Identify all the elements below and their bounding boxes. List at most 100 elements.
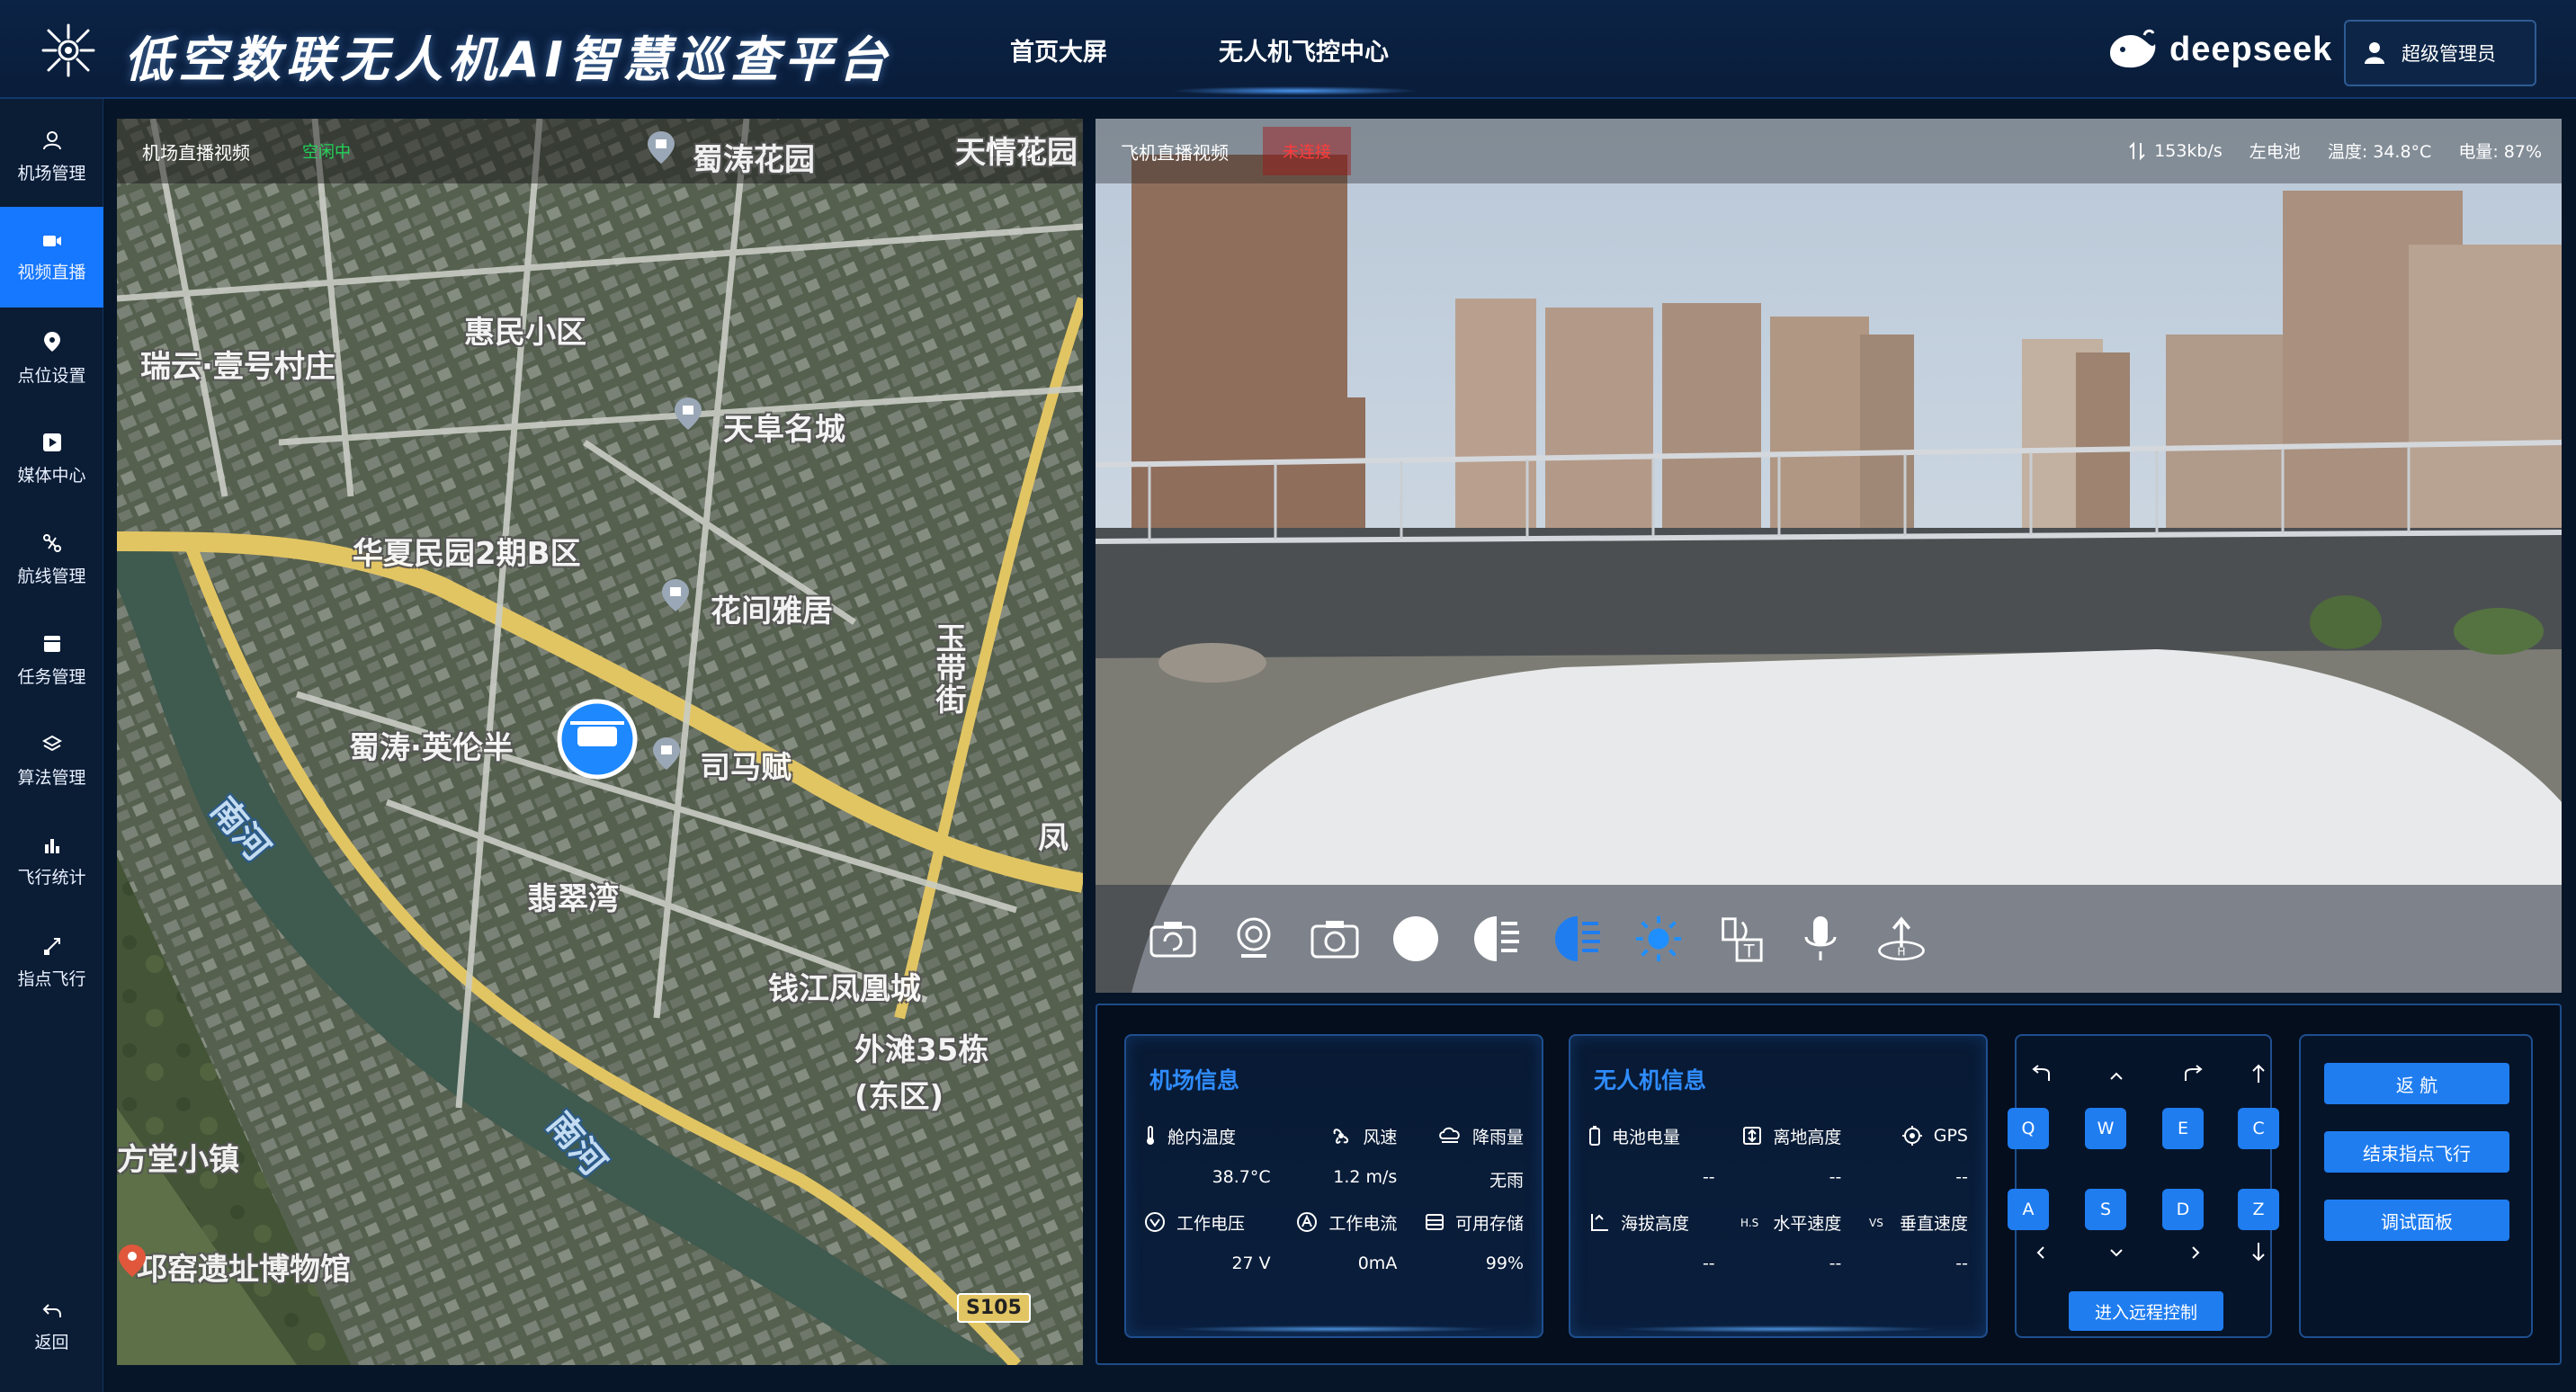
drone-video-panel[interactable]: 飞机直播视频 未连接 153kb/s 左电池 温度: 34.8°C 电量: 87… xyxy=(1096,119,2562,993)
half-light-button[interactable] xyxy=(1471,914,1522,964)
metric-cabin-temperature: 舱内温度 38.7°C xyxy=(1144,1122,1271,1191)
user-icon xyxy=(2365,42,2384,64)
sidebar-item-airport[interactable]: 机场管理 xyxy=(0,106,103,207)
map-label: 华夏民园2期B区 xyxy=(353,536,581,572)
nav-home-screen[interactable]: 首页大屏 xyxy=(1010,32,1107,67)
sidebar-item-label: 点位设置 xyxy=(17,365,86,386)
metric-altitude: 海拔高度 -- xyxy=(1588,1209,1715,1277)
map-label: 玉带街 xyxy=(930,622,966,714)
drone-camera-feed xyxy=(1096,119,2562,993)
gps-icon xyxy=(1901,1126,1922,1146)
airport-info-card: 机场信息 舱内温度 38.7°C 风速 1.2 m/s 降雨量 无雨 工作电压 … xyxy=(1124,1034,1543,1338)
sidebar-item-algorithms[interactable]: 算法管理 xyxy=(0,710,103,811)
drone-user-icon xyxy=(42,130,61,149)
snapshot-icon xyxy=(1310,921,1359,959)
video-panel-title: 飞机直播视频 xyxy=(1121,141,1229,164)
rotate-right-icon[interactable] xyxy=(2180,1065,2207,1084)
sidebar-item-label: 任务管理 xyxy=(17,666,86,687)
chevron-down-icon[interactable] xyxy=(2103,1245,2130,1263)
arrow-up-icon[interactable] xyxy=(2245,1063,2272,1084)
user-menu[interactable]: 超级管理员 xyxy=(2344,20,2536,86)
point-flight-icon xyxy=(43,937,60,955)
metric-label: 垂直速度 xyxy=(1899,1213,1968,1234)
map-label: 外滩35栋(东区) xyxy=(854,1032,989,1115)
chevron-left-icon[interactable] xyxy=(2027,1243,2054,1263)
key-e[interactable]: E xyxy=(2162,1108,2204,1149)
takeoff-icon: H xyxy=(1878,916,1925,961)
camera-toolbar: T H xyxy=(1096,885,2562,993)
map-label: 方堂小镇 xyxy=(117,1142,239,1178)
debug-panel-button[interactable]: 调试面板 xyxy=(2324,1200,2509,1241)
key-z[interactable]: Z xyxy=(2238,1189,2279,1230)
voice-text-button[interactable]: T xyxy=(1714,914,1765,964)
svg-text:H.S: H.S xyxy=(1740,1217,1758,1229)
svg-text:T: T xyxy=(1743,941,1755,961)
media-play-icon xyxy=(42,433,61,451)
sidebar-item-label: 视频直播 xyxy=(17,262,86,282)
active-nav-indicator xyxy=(1169,86,1421,95)
sidebar-item-routes[interactable]: 航线管理 xyxy=(0,509,103,610)
metric-value: 99% xyxy=(1485,1254,1524,1273)
dot-button[interactable] xyxy=(1391,914,1441,964)
arrow-down-icon[interactable] xyxy=(2245,1241,2272,1263)
dot-icon xyxy=(1393,916,1438,961)
metric-label: 水平速度 xyxy=(1773,1213,1842,1234)
poi-pin-icon xyxy=(675,397,702,430)
takeoff-button[interactable]: H xyxy=(1876,914,1927,964)
control-panel: 机场信息 舱内温度 38.7°C 风速 1.2 m/s 降雨量 无雨 工作电压 … xyxy=(1096,1004,2562,1365)
airport-status: 空闲中 xyxy=(302,143,351,162)
bar-chart-icon xyxy=(44,838,59,853)
rotate-left-icon[interactable] xyxy=(2027,1065,2054,1084)
key-c[interactable]: C xyxy=(2238,1108,2279,1149)
metric-value: 38.7°C xyxy=(1212,1167,1271,1187)
map-panel[interactable]: 机场直播视频 空闲中 蜀涛花园 天情花园 瑞云·壹号村庄 惠民小区 天阜名城 华… xyxy=(117,119,1083,1365)
key-d[interactable]: D xyxy=(2162,1189,2204,1230)
storage-icon xyxy=(1425,1214,1444,1230)
sidebar-item-stats[interactable]: 飞行统计 xyxy=(0,811,103,912)
metric-current: 工作电流 0mA xyxy=(1271,1209,1397,1277)
user-name: 超级管理员 xyxy=(2402,43,2496,65)
metric-value: -- xyxy=(1829,1254,1842,1273)
app-title: 低空数联无人机AI智慧巡查平台 xyxy=(124,31,892,88)
enter-remote-control-button[interactable]: 进入远程控制 xyxy=(2069,1291,2223,1331)
camera-switch-button[interactable] xyxy=(1148,914,1198,964)
sidebar-item-point-flight[interactable]: 指点飞行 xyxy=(0,912,103,1013)
microphone-button[interactable] xyxy=(1795,914,1846,964)
metric-battery: 电池电量 -- xyxy=(1588,1122,1715,1191)
chevron-up-icon[interactable] xyxy=(2103,1066,2130,1084)
nav-flight-control[interactable]: 无人机飞控中心 xyxy=(1219,32,1389,67)
return-home-button[interactable]: 返 航 xyxy=(2324,1063,2509,1104)
map-label: 瑞云·壹号村庄 xyxy=(140,349,335,385)
end-point-flight-button[interactable]: 结束指点飞行 xyxy=(2324,1131,2509,1173)
metric-label: 可用存储 xyxy=(1454,1213,1524,1234)
battery-icon xyxy=(1589,1126,1600,1146)
fill-light-button[interactable] xyxy=(1552,914,1603,964)
snapshot-button[interactable] xyxy=(1310,914,1360,964)
poi-pin-icon xyxy=(648,131,675,164)
satellite-map[interactable] xyxy=(117,119,1083,1365)
key-w[interactable]: W xyxy=(2085,1108,2126,1149)
metric-value: -- xyxy=(1955,1167,1968,1187)
metric-voltage: 工作电压 27 V xyxy=(1144,1209,1271,1277)
record-button[interactable] xyxy=(1229,914,1279,964)
sidebar-item-media[interactable]: 媒体中心 xyxy=(0,408,103,509)
key-s[interactable]: S xyxy=(2085,1189,2126,1230)
map-label: 蜀涛·英伦半 xyxy=(349,730,514,766)
sidebar-item-live-video[interactable]: 视频直播 xyxy=(0,207,103,308)
metric-value: 无雨 xyxy=(1489,1171,1524,1191)
svg-text:VS: VS xyxy=(1869,1217,1883,1229)
sidebar-item-tasks[interactable]: 任务管理 xyxy=(0,610,103,710)
metric-vertical-speed: VS 垂直速度 -- xyxy=(1841,1209,1968,1277)
thermometer-icon xyxy=(1147,1126,1154,1145)
svg-text:H: H xyxy=(1897,945,1905,958)
back-button[interactable]: 返回 xyxy=(0,1277,103,1378)
whale-icon xyxy=(2110,29,2156,68)
half-moon-icon xyxy=(1474,916,1519,961)
key-q[interactable]: Q xyxy=(2008,1108,2049,1149)
chevron-right-icon[interactable] xyxy=(2182,1243,2209,1263)
algorithm-icon xyxy=(41,735,62,751)
sidebar-item-points[interactable]: 点位设置 xyxy=(0,308,103,408)
brightness-button[interactable] xyxy=(1633,914,1684,964)
key-a[interactable]: A xyxy=(2008,1189,2049,1230)
voice-text-icon: T xyxy=(1722,917,1763,962)
